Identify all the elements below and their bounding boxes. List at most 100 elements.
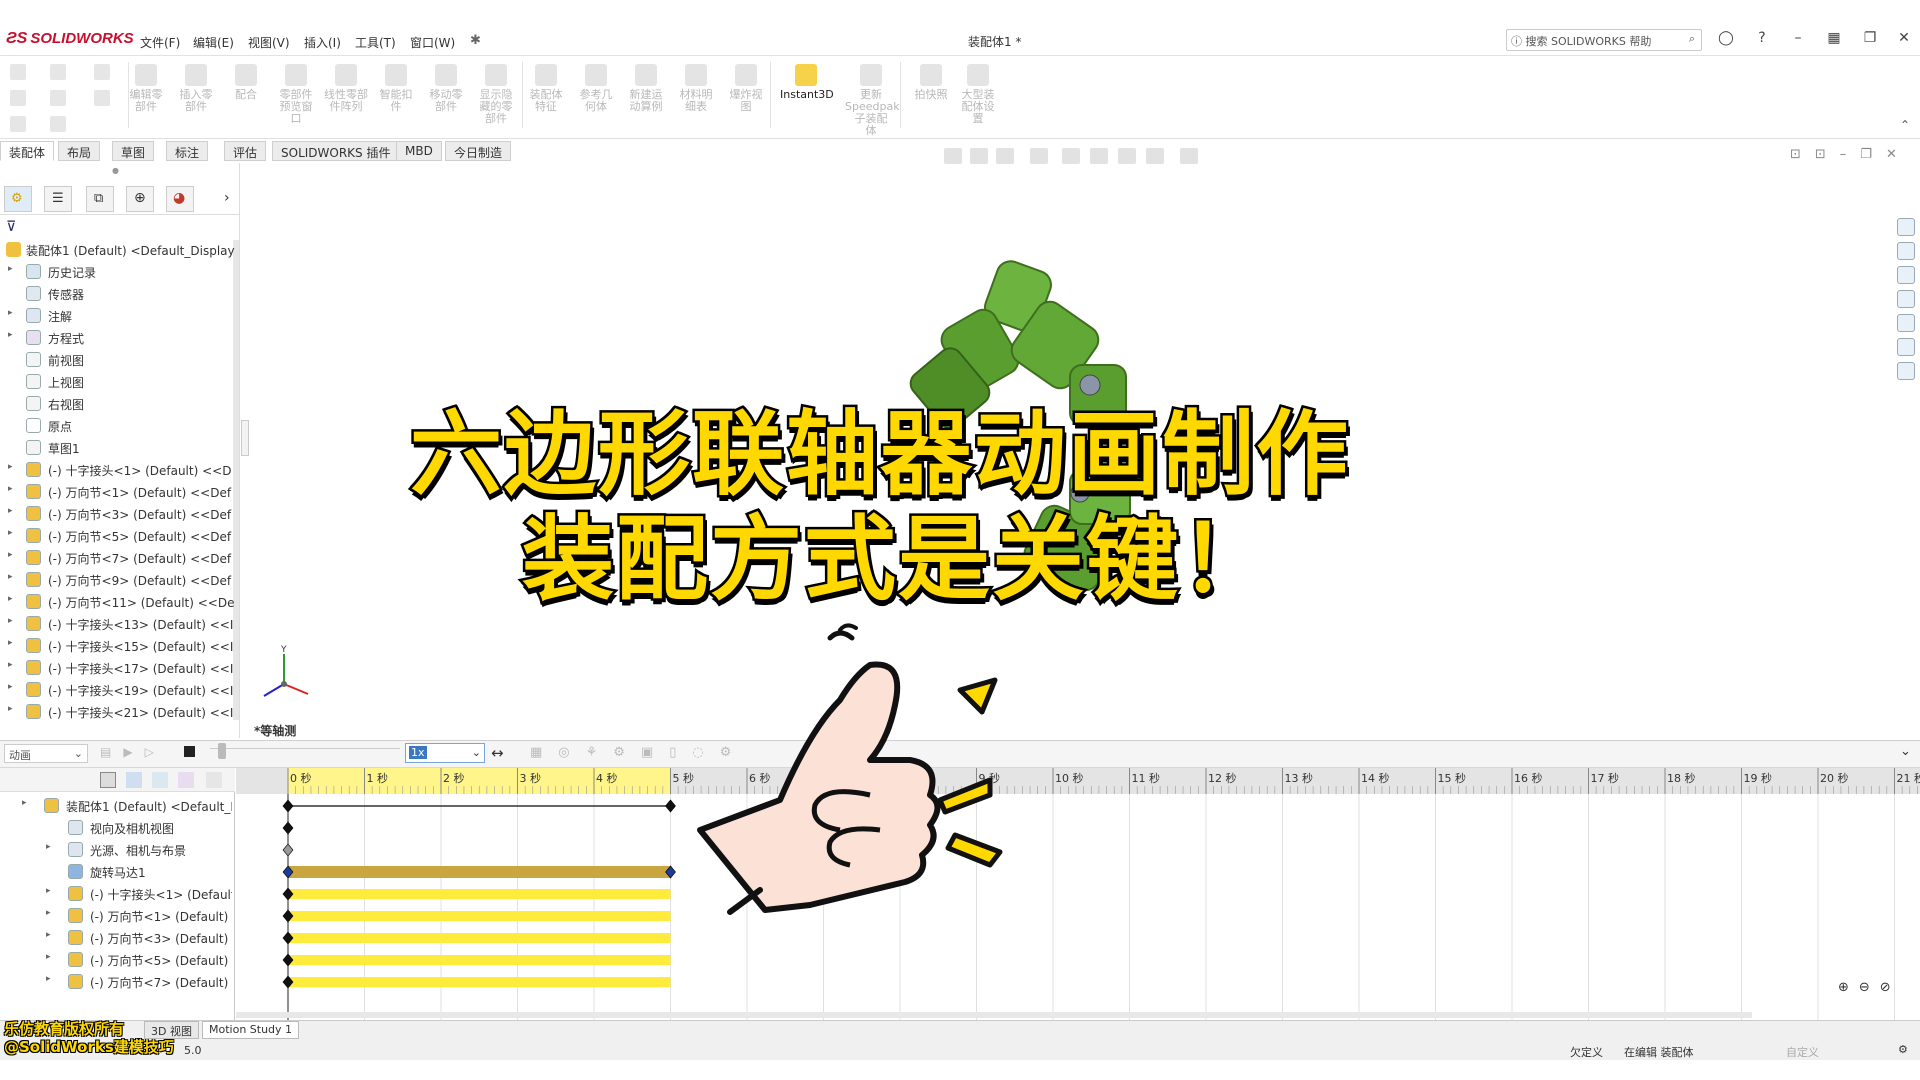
- cmd-button-15[interactable]: 拍快照: [905, 64, 957, 101]
- playback-mode-icon[interactable]: ↔: [491, 744, 504, 762]
- expand-arrow-icon[interactable]: ▸: [8, 528, 13, 538]
- minimize-icon[interactable]: –: [1788, 30, 1808, 50]
- expand-arrow-icon[interactable]: ▸: [22, 798, 27, 808]
- filter-driving-icon[interactable]: [126, 772, 142, 788]
- rebuild-icon[interactable]: [50, 116, 66, 132]
- cmd-button-2[interactable]: 配合: [220, 64, 272, 101]
- panel-splitter-handle[interactable]: [241, 420, 249, 456]
- filter-icon[interactable]: ⊽: [6, 219, 16, 235]
- expand-arrow-icon[interactable]: ▸: [46, 908, 51, 918]
- tree-item[interactable]: 上视图: [0, 371, 236, 393]
- cmd-button-8[interactable]: 装配体 特征: [520, 64, 572, 113]
- collapse-ribbon-icon[interactable]: ⌃: [1900, 118, 1910, 132]
- design-library-icon[interactable]: [1897, 266, 1915, 284]
- hud-tool-icon[interactable]: [1118, 148, 1136, 164]
- menu-item-1[interactable]: 编辑(E): [193, 34, 234, 51]
- tree-item[interactable]: ▸ (-) 万向节<7> (Default) <<Def: [0, 547, 236, 569]
- hud-tool-icon[interactable]: [970, 148, 988, 164]
- cmd-button-3[interactable]: 零部件 预览窗 口: [270, 64, 322, 125]
- options-icon[interactable]: [94, 90, 110, 106]
- user-icon[interactable]: ◯: [1716, 30, 1736, 50]
- motion-tree-item[interactable]: 旋转马达1: [0, 861, 232, 883]
- timeline-scrollbar[interactable]: [236, 1012, 1752, 1018]
- motion-tree-item[interactable]: ▸ 光源、相机与布景: [0, 839, 232, 861]
- component-bar[interactable]: [288, 889, 671, 899]
- component-bar[interactable]: [288, 933, 671, 943]
- collapse-motion-icon[interactable]: ⌄: [1900, 744, 1911, 759]
- hud-tool-icon[interactable]: [1090, 148, 1108, 164]
- expand-arrow-icon[interactable]: ▸: [8, 308, 13, 318]
- tree-item[interactable]: 原点: [0, 415, 236, 437]
- expand-arrow-icon[interactable]: ▸: [46, 842, 51, 852]
- chevron-right-icon[interactable]: ›: [224, 190, 230, 206]
- motion-tree-item[interactable]: ▸ 装配体1 (Default) <Default_D: [0, 795, 232, 817]
- key-point[interactable]: [282, 821, 294, 835]
- cmd-button-6[interactable]: 移动零 部件: [420, 64, 472, 113]
- save-icon[interactable]: [50, 64, 66, 80]
- tree-item[interactable]: 草图1: [0, 437, 236, 459]
- expand-arrow-icon[interactable]: ▸: [46, 974, 51, 984]
- new-icon[interactable]: [10, 90, 26, 106]
- cmd-button-9[interactable]: 参考几 何体: [570, 64, 622, 113]
- expand-arrow-icon[interactable]: ▸: [8, 462, 13, 472]
- motor-bar[interactable]: [288, 866, 671, 878]
- expand-arrow-icon[interactable]: ▸: [8, 638, 13, 648]
- home-icon[interactable]: [1897, 218, 1915, 236]
- component-bar[interactable]: [288, 977, 671, 987]
- tree-item[interactable]: ▸ (-) 十字接头<15> (Default) <<I: [0, 635, 236, 657]
- tab-7[interactable]: 今日制造: [445, 141, 512, 161]
- motion-tree-item[interactable]: ▸ (-) 万向节<5> (Default) -: [0, 949, 232, 971]
- tree-item[interactable]: ▸ (-) 万向节<9> (Default) <<Def: [0, 569, 236, 591]
- tree-item[interactable]: ▸ (-) 万向节<5> (Default) <<Def: [0, 525, 236, 547]
- hud-tool-icon[interactable]: [1030, 148, 1048, 164]
- expand-arrow-icon[interactable]: ▸: [8, 572, 13, 582]
- tree-item[interactable]: 右视图: [0, 393, 236, 415]
- motion-tree-item[interactable]: ▸ (-) 十字接头<1> (Default: [0, 883, 232, 905]
- help-icon[interactable]: ?: [1752, 30, 1772, 50]
- community-icon[interactable]: [1897, 362, 1915, 380]
- cmd-button-4[interactable]: 线性零部 件阵列: [320, 64, 372, 113]
- key-point[interactable]: [665, 799, 676, 813]
- study-type-select[interactable]: 动画 ⌄: [4, 744, 88, 763]
- solidworks-logo[interactable]: ƧS SOLIDWORKS: [6, 30, 134, 48]
- tab-3[interactable]: 标注: [166, 141, 209, 161]
- tab-display-manager[interactable]: ◕: [166, 186, 194, 212]
- cmd-button-13[interactable]: Instant3D: [780, 64, 834, 101]
- tree-item[interactable]: ▸ 注解: [0, 305, 236, 327]
- filter-results-icon[interactable]: [178, 772, 194, 788]
- tree-item[interactable]: ▸ (-) 万向节<1> (Default) <<Def: [0, 481, 236, 503]
- expand-arrow-icon[interactable]: ▸: [8, 616, 13, 626]
- tree-item[interactable]: ▸ (-) 十字接头<1> (Default) <<D: [0, 459, 236, 481]
- expand-arrow-icon[interactable]: ▸: [8, 550, 13, 560]
- autokey-icon[interactable]: [206, 772, 222, 788]
- tab-4[interactable]: 评估: [224, 141, 267, 161]
- appearance-icon[interactable]: [1897, 314, 1915, 332]
- tab-1[interactable]: 布局: [58, 141, 101, 161]
- panel-grip[interactable]: ●: [112, 166, 119, 175]
- viewport-window-controls[interactable]: ⊡⊡–❐✕: [1790, 147, 1911, 162]
- tab-0[interactable]: 装配体: [0, 141, 55, 161]
- home-icon[interactable]: [10, 64, 26, 80]
- tree-item[interactable]: ▸ (-) 万向节<3> (Default) <<Def: [0, 503, 236, 525]
- expand-arrow-icon[interactable]: ▸: [46, 930, 51, 940]
- resources-icon[interactable]: [1897, 242, 1915, 260]
- restore-icon[interactable]: ❐: [1860, 30, 1880, 50]
- custom-units[interactable]: 自定义: [1786, 1044, 1819, 1060]
- tree-item[interactable]: ▸ (-) 十字接头<17> (Default) <<I: [0, 657, 236, 679]
- tile-icon[interactable]: ▦: [1824, 30, 1844, 50]
- menu-item-0[interactable]: 文件(F): [140, 34, 180, 51]
- tree-item[interactable]: 传感器: [0, 283, 236, 305]
- custom-properties-icon[interactable]: [1897, 338, 1915, 356]
- tree-item[interactable]: 前视图: [0, 349, 236, 371]
- menu-item-4[interactable]: 工具(T): [355, 34, 396, 51]
- hud-tool-icon[interactable]: [1146, 148, 1164, 164]
- cmd-button-14[interactable]: 更新 Speedpak 子装配 体: [845, 64, 900, 137]
- expand-arrow-icon[interactable]: ▸: [8, 704, 13, 714]
- tree-item[interactable]: ▸ (-) 十字接头<13> (Default) <<I: [0, 613, 236, 635]
- menu-item-5[interactable]: 窗口(W): [410, 34, 455, 51]
- hud-tool-icon[interactable]: [996, 148, 1014, 164]
- cmd-button-1[interactable]: 插入零 部件: [170, 64, 222, 113]
- timeline-zoom-controls[interactable]: ⊕⊖⊘: [1838, 980, 1901, 995]
- tree-root[interactable]: 装配体1 (Default) <Default_Display: [0, 239, 236, 261]
- stop-icon[interactable]: [184, 746, 195, 757]
